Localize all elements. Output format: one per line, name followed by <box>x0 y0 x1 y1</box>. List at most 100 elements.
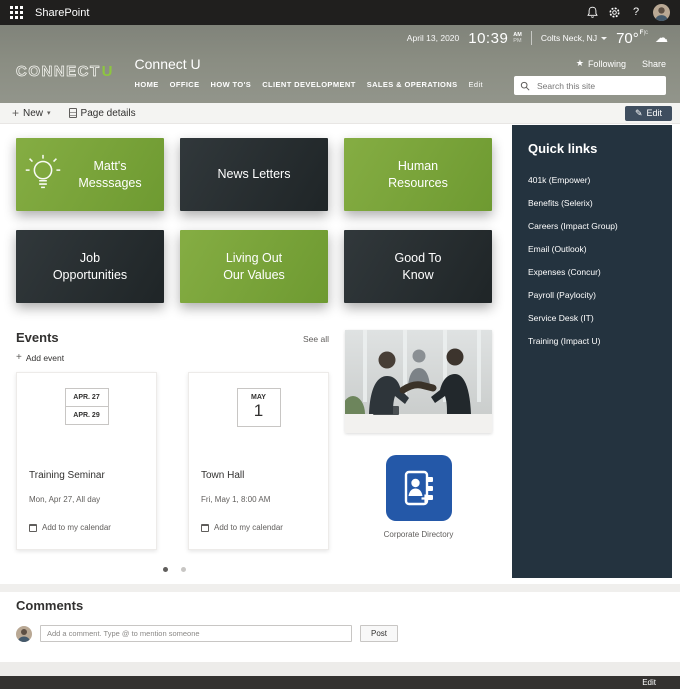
following-label: Following <box>587 58 626 69</box>
tile-label: News Letters <box>217 167 291 182</box>
logo-connect-text: CONNECT <box>16 63 101 81</box>
events-pagination <box>163 559 195 577</box>
add-to-calendar-button[interactable]: Add to my calendar <box>29 523 111 532</box>
tile-label: Good To Know <box>394 251 442 282</box>
event-date-end: APR. 29 <box>65 406 108 424</box>
chevron-down-icon <box>601 36 608 40</box>
nav-office[interactable]: OFFICE <box>170 80 200 89</box>
connect-u-intranet-page: SharePoint ? April 13, 2020 10:39 AM PM … <box>0 0 680 689</box>
nav-sales-operations[interactable]: SALES & OPERATIONS <box>367 80 458 89</box>
event-date-badge: APR. 27 APR. 29 <box>64 388 109 425</box>
quick-link-training[interactable]: Training (Impact U) <box>512 329 672 352</box>
event-card-training-seminar[interactable]: APR. 27 APR. 29 Training Seminar Mon, Ap… <box>16 372 157 550</box>
edit-label: Edit <box>646 108 662 118</box>
tile-label: Job Opportunities <box>52 251 128 282</box>
corporate-directory-link[interactable]: Corporate Directory <box>345 455 492 539</box>
temp-unit-toggle[interactable]: F|c <box>640 30 648 36</box>
corporate-directory-label: Corporate Directory <box>383 530 454 539</box>
tile-job-opportunities[interactable]: Job Opportunities <box>16 230 164 303</box>
location-label: Colts Neck, NJ <box>540 33 598 43</box>
footer-edit-button[interactable]: Edit <box>642 678 656 687</box>
site-title[interactable]: Connect U <box>135 56 484 72</box>
post-comment-button[interactable]: Post <box>360 625 398 642</box>
tile-human-resources[interactable]: Human Resources <box>344 138 492 211</box>
event-date-start: APR. 27 <box>73 394 100 401</box>
comment-composer: Post <box>16 625 398 642</box>
event-card-town-hall[interactable]: MAY 1 Town Hall Fri, May 1, 8:00 AM Add … <box>188 372 329 550</box>
weather-location[interactable]: Colts Neck, NJ <box>540 33 608 43</box>
page-details-label: Page details <box>80 107 136 119</box>
add-to-calendar-button[interactable]: Add to my calendar <box>201 523 283 532</box>
add-event-button[interactable]: + Add event <box>16 352 64 363</box>
tile-label: Human Resources <box>388 159 448 190</box>
calendar-icon <box>201 523 209 532</box>
comment-input[interactable] <box>40 625 352 642</box>
quick-link-payroll[interactable]: Payroll (Paylocity) <box>512 283 672 306</box>
new-button[interactable]: + New ▾ <box>12 106 51 120</box>
pm-label: PM <box>513 38 522 44</box>
page-details-button[interactable]: Page details <box>68 107 136 119</box>
tile-matts-messages[interactable]: Matt's Messsages <box>16 138 164 211</box>
page-details-icon <box>68 108 77 118</box>
meridiem-toggle[interactable]: AM PM <box>513 32 522 45</box>
quick-link-expenses[interactable]: Expenses (Concur) <box>512 260 672 283</box>
events-header: Events See all <box>16 330 329 345</box>
following-button[interactable]: ★ Following <box>576 58 626 69</box>
info-bar: April 13, 2020 10:39 AM PM Colts Neck, N… <box>0 25 680 51</box>
settings-gear-icon[interactable] <box>603 0 625 25</box>
pencil-icon: ✎ <box>634 107 643 118</box>
section-divider <box>0 584 680 592</box>
time-label: 10:39 <box>468 29 509 47</box>
tile-label: Matt's Messsages <box>78 159 142 190</box>
quick-link-careers[interactable]: Careers (Impact Group) <box>512 214 672 237</box>
nav-edit[interactable]: Edit <box>469 80 484 89</box>
star-icon: ★ <box>575 58 584 68</box>
site-header: April 13, 2020 10:39 AM PM Colts Neck, N… <box>0 25 680 103</box>
share-button[interactable]: Share <box>642 58 666 69</box>
events-title: Events <box>16 330 59 345</box>
tile-good-to-know[interactable]: Good To Know <box>344 230 492 303</box>
lightbulb-icon <box>25 154 61 189</box>
tile-news-letters[interactable]: News Letters <box>180 138 328 211</box>
quick-link-service-desk[interactable]: Service Desk (IT) <box>512 306 672 329</box>
pagination-dot[interactable] <box>181 567 187 572</box>
quick-link-benefits[interactable]: Benefits (Selerix) <box>512 191 672 214</box>
site-logo[interactable]: CONNECTU <box>16 63 113 81</box>
info-divider <box>530 31 532 45</box>
edit-page-button[interactable]: ✎ Edit <box>624 105 672 121</box>
nav-how-tos[interactable]: HOW TO'S <box>211 80 252 89</box>
commenter-avatar <box>16 625 32 642</box>
quick-link-email[interactable]: Email (Outlook) <box>512 237 672 260</box>
search-icon <box>520 81 530 91</box>
search-input[interactable] <box>535 79 660 92</box>
footer-bar: Edit <box>0 676 680 689</box>
user-avatar[interactable] <box>653 4 670 21</box>
tile-label: Living Out Our Values <box>223 251 285 282</box>
tile-living-out-our-values[interactable]: Living Out Our Values <box>180 230 328 303</box>
command-bar: + New ▾ Page details ✎ Edit <box>0 103 680 124</box>
quick-link-401k[interactable]: 401k (Empower) <box>512 168 672 191</box>
nav-client-development[interactable]: CLIENT DEVELOPMENT <box>262 80 355 89</box>
pagination-dot-active[interactable] <box>163 567 168 572</box>
add-to-calendar-label: Add to my calendar <box>42 523 111 532</box>
event-title: Town Hall <box>201 470 245 481</box>
event-when: Mon, Apr 27, All day <box>29 495 101 504</box>
app-launcher-icon[interactable] <box>10 6 23 19</box>
see-all-link[interactable]: See all <box>303 334 329 344</box>
follow-share-actions: ★ Following Share <box>576 58 666 69</box>
add-event-label: Add event <box>25 352 65 363</box>
event-when: Fri, May 1, 8:00 AM <box>201 495 271 504</box>
header-main: CONNECTU Connect U HOME OFFICE HOW TO'S … <box>0 51 680 95</box>
new-label: New <box>23 107 44 119</box>
help-icon[interactable]: ? <box>625 0 647 25</box>
site-nav: HOME OFFICE HOW TO'S CLIENT DEVELOPMENT … <box>135 80 484 89</box>
comments-title: Comments <box>16 598 84 613</box>
temperature-label: 70°F|c <box>616 30 648 47</box>
notifications-bell-icon[interactable] <box>581 0 603 25</box>
plus-icon: + <box>12 106 20 120</box>
calendar-icon <box>29 523 37 532</box>
footer-gap <box>0 662 680 676</box>
nav-home[interactable]: HOME <box>135 80 159 89</box>
sharepoint-home-link[interactable]: SharePoint <box>35 7 89 19</box>
site-search <box>514 76 666 95</box>
